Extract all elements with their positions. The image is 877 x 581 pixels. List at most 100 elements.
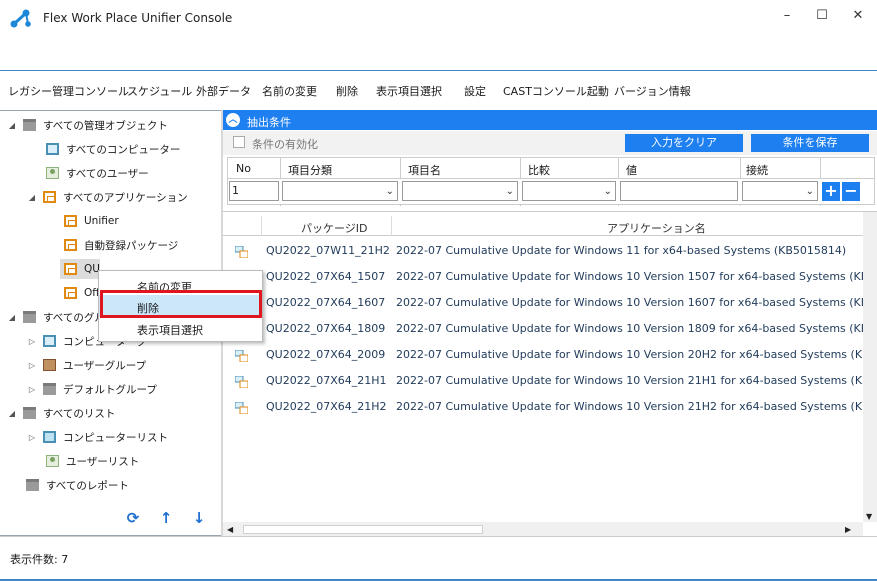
package-id-cell: QU2022_07X64_1809	[266, 322, 386, 335]
menu-select-columns[interactable]: 表示項目選択	[376, 83, 442, 99]
table-row[interactable]: QU2022_07X64_21H2 2022-07 Cumulative Upda…	[223, 394, 877, 420]
value-input[interactable]	[620, 181, 738, 201]
application-icon	[64, 263, 77, 275]
col-application-name[interactable]: アプリケーション名	[607, 220, 706, 236]
table-row[interactable]: QU2022_07X64_1607 2022-07 Cumulative Upda…	[223, 290, 877, 316]
enable-filter-checkbox[interactable]	[233, 136, 245, 148]
collapse-arrow-icon[interactable]: ◢	[26, 193, 38, 202]
folder-icon	[26, 479, 39, 491]
tree-node-all-users[interactable]: すべてのユーザー	[46, 164, 149, 182]
collapse-arrow-icon[interactable]: ◢	[6, 313, 18, 322]
tree-node-all-objects[interactable]: ◢ すべての管理オブジェクト	[6, 116, 168, 134]
col-connect: 接続	[746, 164, 768, 177]
chevron-up-icon[interactable]: ︿	[226, 113, 240, 127]
filter-header[interactable]: ︿ 抽出条件	[223, 110, 877, 130]
tree-node-all-reports[interactable]: すべてのレポート	[26, 476, 129, 494]
minimize-button[interactable]: –	[772, 6, 802, 26]
menu-schedule[interactable]: スケジュール	[127, 83, 192, 99]
package-id-cell: QU2022_07X64_1607	[266, 296, 386, 309]
maximize-button[interactable]: ☐	[807, 6, 837, 26]
tree-node-all-computers[interactable]: すべてのコンピューター	[46, 140, 180, 158]
scroll-right-icon[interactable]: ▶	[845, 525, 851, 534]
status-bar: 表示件数: 7	[0, 536, 877, 581]
folder-icon	[23, 311, 36, 323]
tree-node-all-apps[interactable]: ◢ すべてのアプリケーション	[26, 188, 188, 206]
tree-node-user-list[interactable]: ユーザーリスト	[46, 452, 139, 470]
collapse-arrow-icon[interactable]: ◢	[6, 121, 18, 130]
col-package-id[interactable]: パッケージID	[301, 220, 368, 236]
app-name-cell: 2022-07 Cumulative Update for Windows 11…	[396, 244, 847, 257]
user-icon	[46, 167, 59, 179]
tree-node-app-qu[interactable]: QU	[60, 259, 100, 279]
table-row[interactable]: QU2022_07X64_2009 2022-07 Cumulative Upda…	[223, 342, 877, 368]
tree-node-default-group[interactable]: ▷ デフォルトグループ	[26, 380, 157, 398]
tree-label: ユーザーリスト	[66, 455, 140, 468]
tree-node-all-groups[interactable]: ◢ すべてのグル	[6, 308, 105, 326]
tree-node-user-group[interactable]: ▷ ユーザーグループ	[26, 356, 146, 374]
expand-arrow-icon[interactable]: ▷	[26, 361, 38, 370]
folder-icon	[23, 119, 36, 131]
scroll-down-icon[interactable]: ▼	[866, 512, 872, 521]
filter-grid-row: 1 ⌄ ⌄ ⌄ ⌄ + −	[227, 179, 875, 205]
table-row[interactable]: QU2022_07X64_1507 2022-07 Cumulative Upda…	[223, 264, 877, 290]
chevron-down-icon: ⌄	[603, 186, 612, 197]
ctx-label: 表示項目選択	[137, 324, 203, 337]
computer-list-icon	[43, 431, 56, 443]
tree-node-app-auto[interactable]: 自動登録パッケージ	[64, 236, 178, 254]
package-id-cell: QU2022_07X64_2009	[266, 348, 386, 361]
connect-select[interactable]: ⌄	[742, 181, 818, 201]
tree-node-app-unifier[interactable]: Unifier	[64, 212, 119, 230]
move-down-icon[interactable]: ↓	[190, 509, 208, 527]
menu-external-data[interactable]: 外部データ	[196, 83, 251, 99]
table-row[interactable]: QU2022_07X64_21H1 2022-07 Cumulative Upda…	[223, 368, 877, 394]
filter-title: 抽出条件	[247, 116, 291, 129]
item-select[interactable]: ⌄	[402, 181, 518, 201]
menu-delete[interactable]: 削除	[336, 83, 358, 99]
app-name-cell: 2022-07 Cumulative Update for Windows 10…	[396, 400, 877, 413]
chevron-down-icon: ⌄	[505, 186, 514, 197]
tree-node-app-off[interactable]: Off	[64, 284, 100, 302]
menu-legacy-console[interactable]: レガシー管理コンソール	[8, 83, 129, 99]
application-icon	[64, 215, 77, 227]
package-id-cell: QU2022_07X64_21H2	[266, 400, 387, 413]
tree-node-all-lists[interactable]: ◢ すべてのリスト	[6, 404, 115, 422]
expand-arrow-icon[interactable]: ▷	[26, 433, 38, 442]
window-title: Flex Work Place Unifier Console	[43, 11, 233, 25]
collapse-arrow-icon[interactable]: ◢	[6, 409, 18, 418]
app-name-cell: 2022-07 Cumulative Update for Windows 10…	[396, 270, 877, 283]
content-pane: ︿ 抽出条件 条件の有効化 入力をクリア 条件を保存 No 項目分類 項目名 比…	[223, 110, 877, 536]
tree-label: すべてのユーザー	[66, 167, 149, 180]
scroll-thumb[interactable]	[243, 525, 483, 534]
refresh-icon[interactable]: ⟳	[124, 509, 142, 527]
save-filter-button[interactable]: 条件を保存	[751, 134, 869, 152]
highlight-box	[100, 290, 262, 318]
package-icon	[235, 350, 248, 362]
add-condition-icon[interactable]: +	[822, 182, 840, 201]
ctx-columns-item[interactable]: 表示項目選択	[99, 317, 262, 339]
horizontal-scrollbar[interactable]: ◀ ▶	[223, 522, 863, 536]
computer-icon	[46, 143, 59, 155]
menu-version-info[interactable]: バージョン情報	[614, 83, 691, 99]
filter-no-field[interactable]: 1	[229, 181, 279, 201]
tree-node-computer-list[interactable]: ▷ コンピューターリスト	[26, 428, 168, 446]
table-row[interactable]: QU2022_07X64_1809 2022-07 Cumulative Upda…	[223, 316, 877, 342]
expand-arrow-icon[interactable]: ▷	[26, 337, 38, 346]
table-row[interactable]: QU2022_07W11_21H2 2022-07 Cumulative Upda…	[223, 238, 863, 264]
compare-select[interactable]: ⌄	[522, 181, 616, 201]
close-button[interactable]: ✕	[843, 6, 873, 26]
move-up-icon[interactable]: ↑	[157, 509, 175, 527]
category-select[interactable]: ⌄	[282, 181, 398, 201]
menu-cast-console[interactable]: CASTコンソール起動	[503, 83, 609, 99]
scroll-left-icon[interactable]: ◀	[227, 525, 233, 534]
package-id-cell: QU2022_07W11_21H2	[266, 244, 390, 257]
clear-input-button[interactable]: 入力をクリア	[625, 134, 743, 152]
vertical-scrollbar[interactable]: ▼	[863, 212, 877, 522]
menu-settings[interactable]: 設定	[464, 83, 486, 99]
remove-condition-icon[interactable]: −	[842, 182, 860, 201]
tree-label: ユーザーグループ	[63, 359, 147, 372]
chevron-down-icon: ⌄	[805, 186, 814, 197]
menu-rename[interactable]: 名前の変更	[262, 83, 317, 99]
tree-label: デフォルトグループ	[63, 383, 157, 396]
expand-arrow-icon[interactable]: ▷	[26, 385, 38, 394]
menu-bar: レガシー管理コンソール スケジュール 外部データ 名前の変更 削除 表示項目選択…	[0, 70, 877, 103]
